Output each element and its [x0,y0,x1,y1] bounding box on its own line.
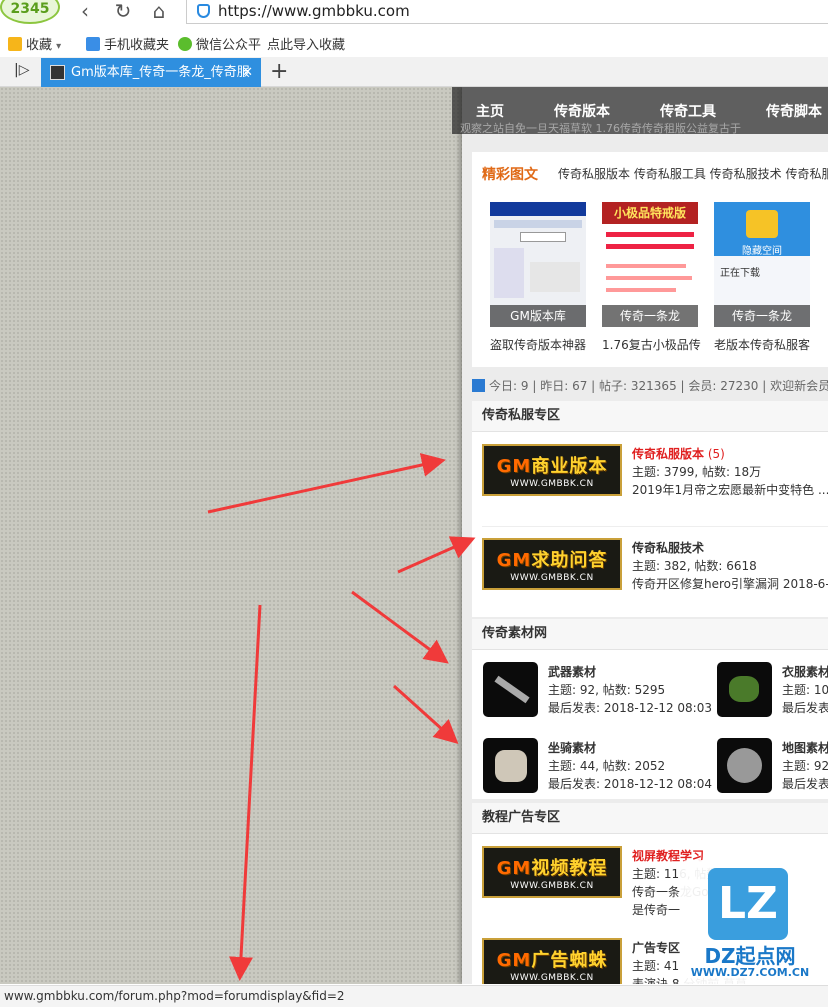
phone-icon [86,37,100,51]
section-title: 传奇素材网 [472,619,828,650]
nav-background-text: 观察之站自免一旦天福草软 1.76传奇传奇租版公益复古于 [460,122,741,135]
bookmark-bar: 收藏 ▾ 手机收藏夹 微信公众平 点此导入收藏 [0,30,828,55]
forum-link[interactable]: 广告专区 [632,939,680,956]
forum-banner[interactable]: GM视频教程 WWW.GMBBK.CN [482,846,622,898]
site-watermark: LZ DZ起点网 WWW.DZ7.COM.CN [680,860,820,995]
featured-panel: 精彩图文 传奇私服版本 传奇私服工具 传奇私服技术 传奇私服 GM版本库 盗取传… [472,152,828,367]
forum-banner[interactable]: GM求助问答 WWW.GMBBK.CN [482,538,622,590]
url-input[interactable]: https://www.gmbbku.com [186,0,828,24]
watermark-name: DZ起点网 [704,944,796,968]
bookmark-wechat[interactable]: 微信公众平 [178,34,261,53]
section-private-servers: 传奇私服专区 GM商业版本 WWW.GMBBK.CN 传奇私服版本 (5) 主题… [472,401,828,617]
forum-link[interactable]: 武器素材 [548,663,596,680]
browser-logo[interactable]: 2345 [0,0,60,24]
sword-icon[interactable] [483,662,538,717]
section-materials: 传奇素材网 武器素材 主题: 92, 帖数: 5295 最后发表: 2018-1… [472,619,828,799]
featured-item[interactable]: 隐藏空间 正在下载 传奇一条龙 老版本传奇私服客 [714,202,810,352]
nav-tools[interactable]: 传奇工具 [660,101,716,121]
close-icon[interactable]: ✕ [242,58,253,87]
forum-link[interactable]: 传奇私服版本 (5) [632,445,725,462]
sidebar-toggle-icon[interactable]: |▷ [14,62,29,78]
forum-banner[interactable]: GM商业版本 WWW.GMBBK.CN [482,444,622,496]
top-navigation: 观察之站自免一旦天福草软 1.76传奇传奇租版公益复古于 主页 传奇版本 传奇工… [452,87,828,135]
watermark-logo: LZ [708,868,788,940]
section-title: 传奇私服专区 [472,401,828,432]
wechat-icon [178,37,192,51]
section-title: 教程广告专区 [472,803,828,834]
forum-stats: 今日: 9 | 昨日: 67 | 帖子: 321365 | 会员: 27230 … [472,377,828,397]
bookmark-favorites[interactable]: 收藏 ▾ [8,34,61,53]
watermark-url: WWW.DZ7.COM.CN [690,966,810,979]
horse-icon[interactable] [483,738,538,793]
tab-active[interactable]: Gm版本库_传奇一条龙_传奇服 ✕ [41,58,261,87]
tab-bar: |▷ Gm版本库_传奇一条龙_传奇服 ✕ + [0,57,828,87]
address-bar: 2345 ‹ ↻ ⌂ https://www.gmbbku.com [0,0,828,28]
star-icon [8,37,22,51]
forum-link[interactable]: 传奇私服技术 [632,539,704,556]
nav-versions[interactable]: 传奇版本 [554,101,610,121]
status-bar: www.gmbbku.com/forum.php?mod=forumdispla… [0,985,828,1007]
favicon-icon [50,65,65,80]
forum-banner[interactable]: GM广告蜘蛛 WWW.GMBBK.CN [482,938,622,984]
forum-link[interactable]: 坐骑素材 [548,739,596,756]
globe-icon[interactable] [717,738,772,793]
shield-icon [197,4,210,18]
back-icon[interactable]: ‹ [72,0,98,24]
forum-link[interactable]: 地图素材 [782,739,828,756]
forum-link[interactable]: 衣服素材 [782,663,828,680]
featured-item[interactable]: 小极品特戒版 传奇一条龙 1.76复古小极品传 [602,202,701,352]
bookmark-mobile[interactable]: 手机收藏夹 [86,34,169,53]
home-icon[interactable]: ⌂ [146,0,172,24]
featured-title: 精彩图文 [482,167,538,183]
nav-scripts[interactable]: 传奇脚本 [766,101,822,121]
nav-home[interactable]: 主页 [476,101,504,121]
bar-chart-icon [472,379,485,392]
page-viewport: 观察之站自免一旦天福草软 1.76传奇传奇租版公益复古于 主页 传奇版本 传奇工… [0,87,828,984]
new-tab-icon[interactable]: + [270,59,288,84]
armor-icon[interactable] [717,662,772,717]
featured-links[interactable]: 传奇私服版本 传奇私服工具 传奇私服技术 传奇私服 [558,165,828,182]
bookmark-import[interactable]: 点此导入收藏 [267,34,345,53]
featured-item[interactable]: GM版本库 盗取传奇版本神器 [490,202,586,352]
chevron-down-icon: ▾ [56,41,62,52]
refresh-icon[interactable]: ↻ [110,0,136,24]
